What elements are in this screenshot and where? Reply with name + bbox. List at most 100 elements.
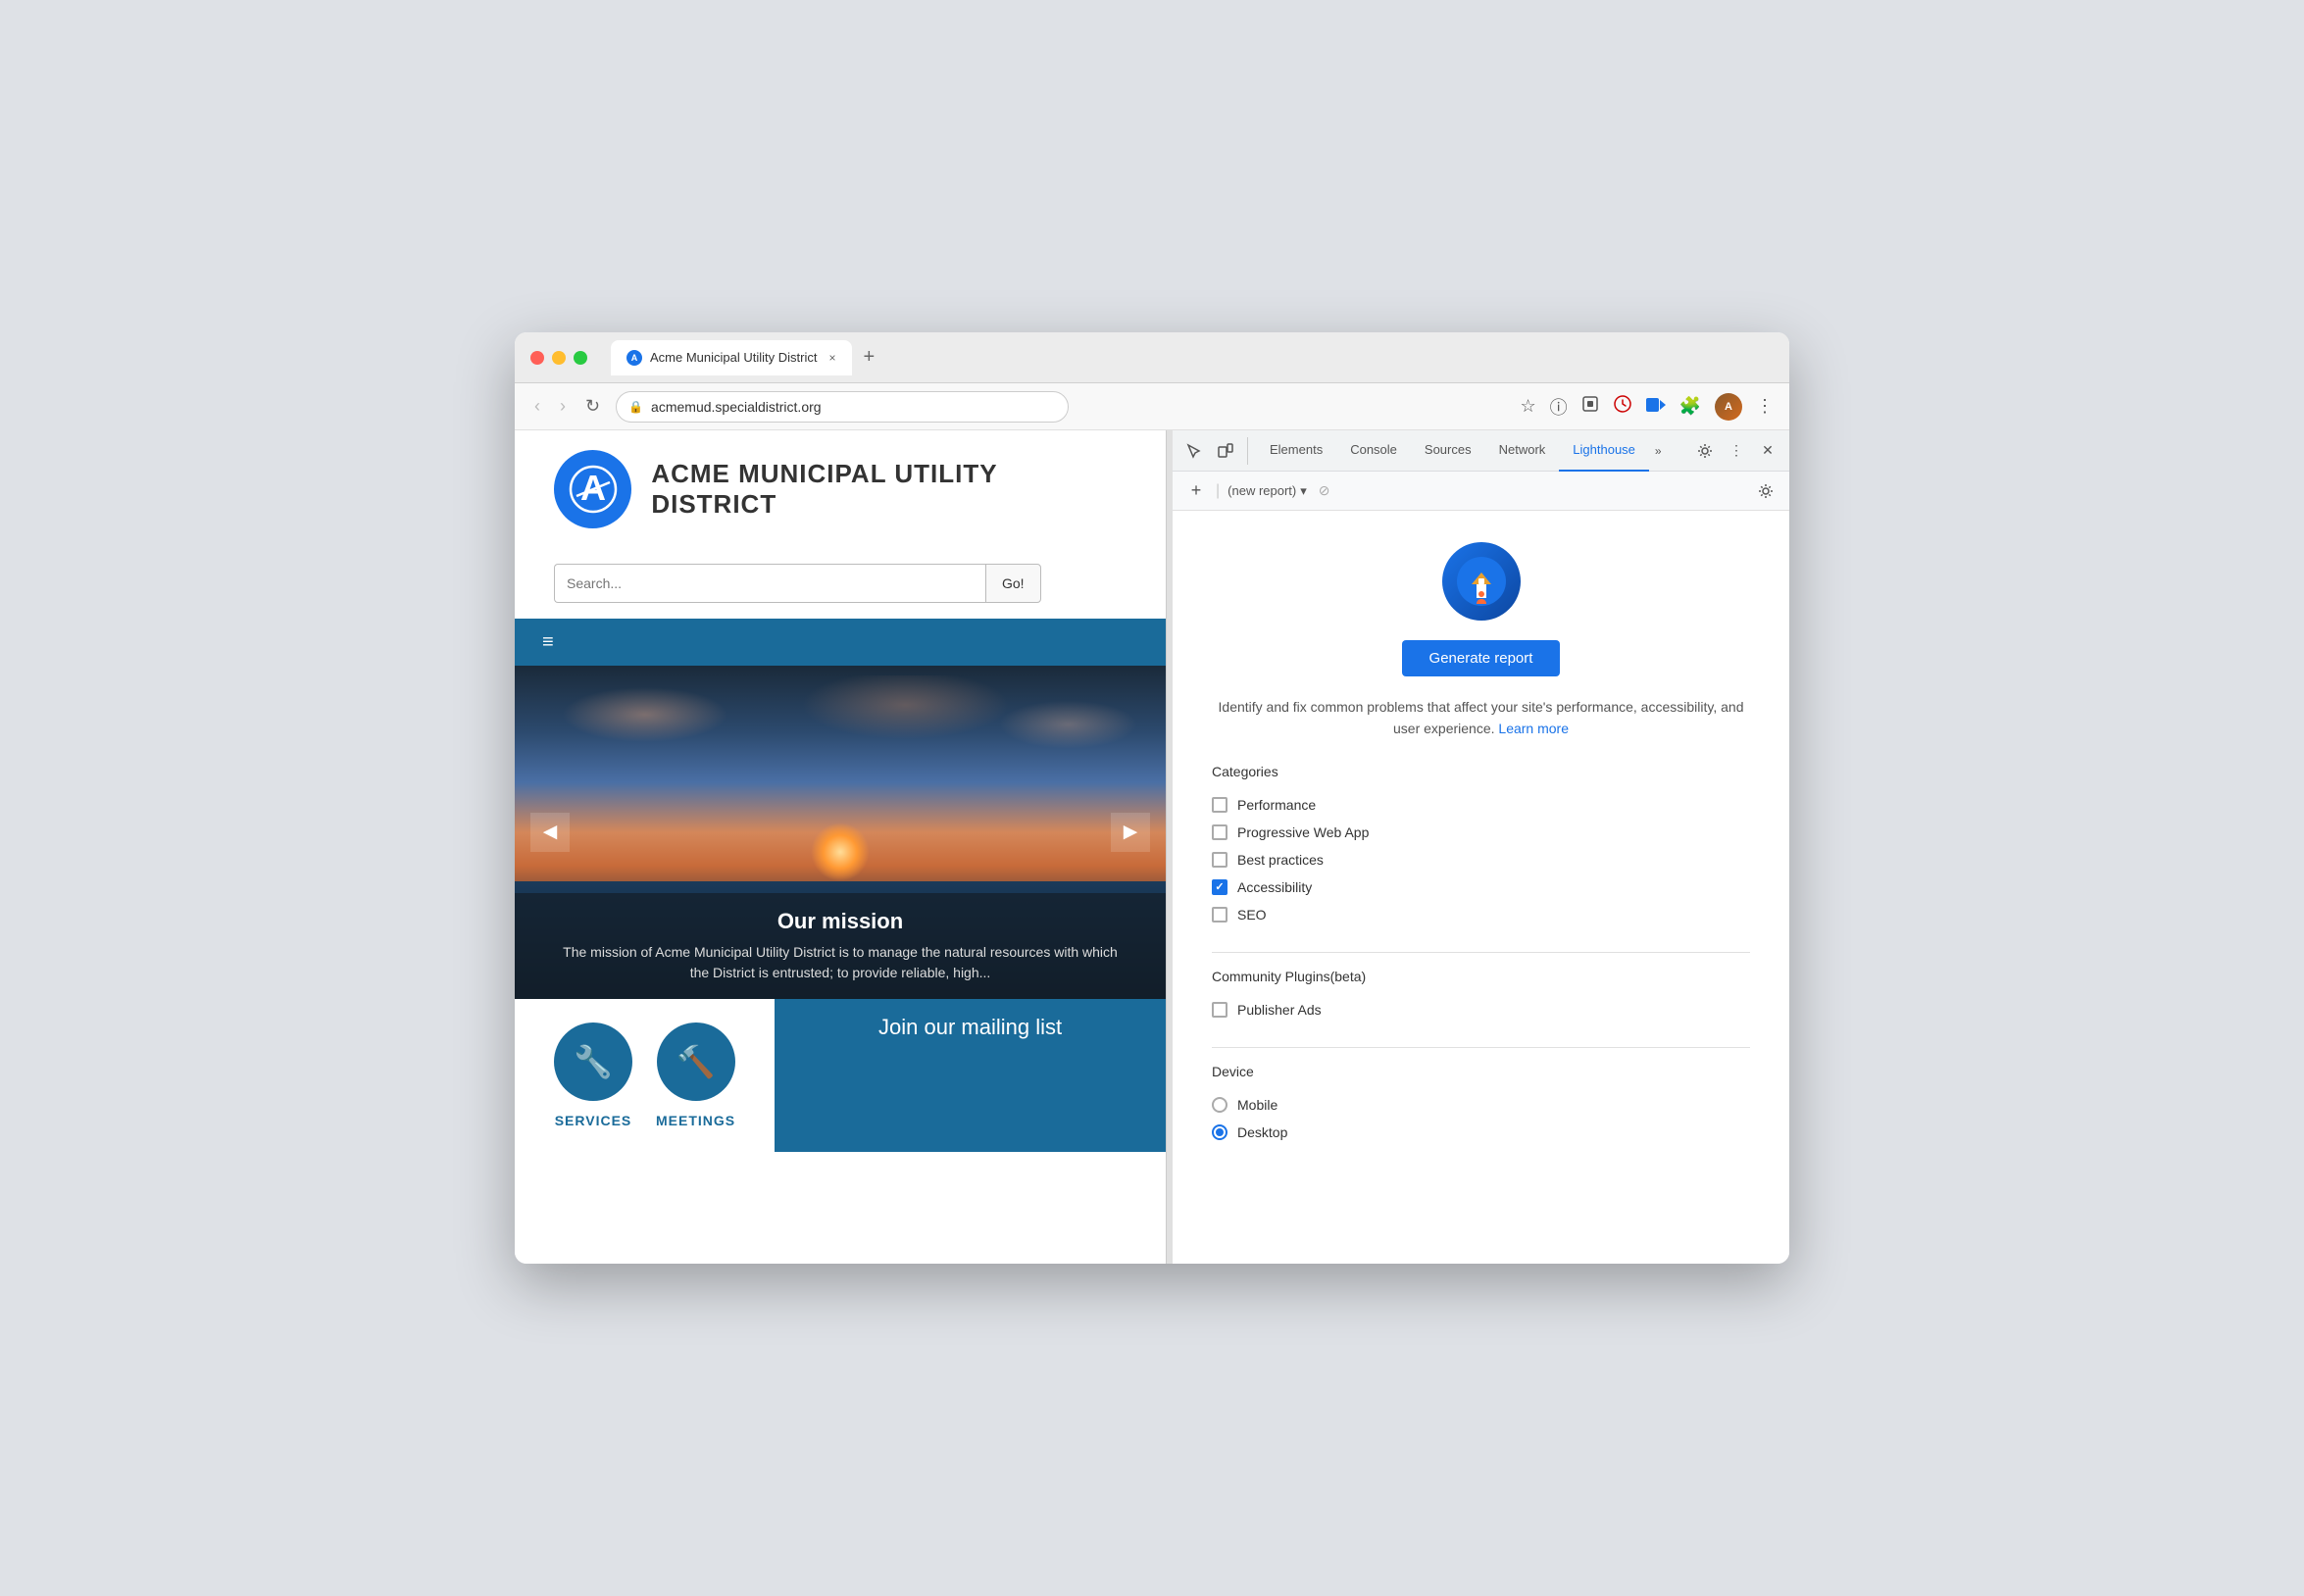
slider-next-button[interactable]: ► — [1111, 813, 1150, 852]
main-area: A ACME MUNICIPAL UTILITY DISTRICT Go! ≡ — [515, 430, 1789, 1264]
report-clear-icon[interactable]: ⊘ — [1319, 482, 1330, 499]
lighthouse-categories: Categories Performance Progressive Web A… — [1212, 764, 1750, 928]
tab-title: Acme Municipal Utility District — [650, 350, 817, 365]
mobile-radio[interactable] — [1212, 1097, 1227, 1113]
performance-label: Performance — [1237, 797, 1316, 813]
reload-button[interactable]: ↻ — [581, 392, 604, 421]
back-button[interactable]: ‹ — [530, 392, 544, 421]
desktop-label: Desktop — [1237, 1124, 1287, 1140]
accessibility-checkbox[interactable] — [1212, 879, 1227, 895]
lighthouse-report-selector[interactable]: (new report) ▾ — [1227, 483, 1307, 499]
puzzle-icon[interactable]: 🧩 — [1679, 396, 1701, 417]
report-actions: ⊘ — [1319, 482, 1330, 499]
report-dropdown-icon: ▾ — [1300, 483, 1307, 499]
device-mobile: Mobile — [1212, 1091, 1750, 1119]
lighthouse-add-button[interactable]: + — [1184, 479, 1208, 503]
pwa-checkbox[interactable] — [1212, 824, 1227, 840]
device-title: Device — [1212, 1064, 1750, 1079]
tab-network[interactable]: Network — [1485, 430, 1560, 472]
traffic-light-red[interactable] — [530, 351, 544, 365]
avatar[interactable]: A — [1715, 393, 1742, 421]
website-panel: A ACME MUNICIPAL UTILITY DISTRICT Go! ≡ — [515, 430, 1167, 1264]
svg-text:A: A — [580, 468, 606, 508]
title-bar: A Acme Municipal Utility District × + — [515, 332, 1789, 383]
service-item-meetings: 🔨 MEETINGS — [656, 1022, 735, 1128]
tab-close-button[interactable]: × — [828, 351, 835, 365]
hero-caption: Our mission The mission of Acme Municipa… — [515, 893, 1166, 999]
hero-description: The mission of Acme Municipal Utility Di… — [554, 942, 1127, 983]
video-icon[interactable] — [1646, 396, 1666, 417]
lighthouse-device: Device Mobile Desktop — [1212, 1064, 1750, 1146]
more-tabs-button[interactable]: » — [1649, 436, 1668, 466]
url-bar[interactable]: 🔒 acmemud.specialdistrict.org — [616, 391, 1069, 423]
services-icon[interactable]: 🔧 — [554, 1022, 632, 1101]
categories-title: Categories — [1212, 764, 1750, 779]
toolbar-icons: ☆ ⓘ 🧩 A ⋮ — [1520, 393, 1774, 421]
new-tab-button[interactable]: + — [856, 346, 883, 369]
mailing-list-banner[interactable]: Join our mailing list — [775, 999, 1166, 1152]
site-title: ACME MUNICIPAL UTILITY DISTRICT — [651, 459, 1127, 520]
traffic-light-green[interactable] — [574, 351, 587, 365]
extension-icon-1[interactable] — [1581, 395, 1599, 418]
tab-lighthouse[interactable]: Lighthouse — [1559, 430, 1649, 472]
site-logo: A — [554, 450, 631, 528]
meetings-icon[interactable]: 🔨 — [657, 1022, 735, 1101]
lock-icon: 🔒 — [628, 400, 643, 414]
category-pwa: Progressive Web App — [1212, 819, 1750, 846]
tab-elements[interactable]: Elements — [1256, 430, 1336, 472]
lighthouse-community: Community Plugins(beta) Publisher Ads — [1212, 969, 1750, 1023]
extension-icon-2[interactable] — [1613, 394, 1632, 419]
community-publisher-ads: Publisher Ads — [1212, 996, 1750, 1023]
seo-checkbox[interactable] — [1212, 907, 1227, 923]
tab-sources[interactable]: Sources — [1411, 430, 1485, 472]
category-performance: Performance — [1212, 791, 1750, 819]
site-nav: ≡ — [515, 619, 1166, 666]
traffic-light-yellow[interactable] — [552, 351, 566, 365]
performance-checkbox[interactable] — [1212, 797, 1227, 813]
desktop-radio[interactable] — [1212, 1124, 1227, 1140]
search-button[interactable]: Go! — [985, 564, 1041, 603]
services-label: SERVICES — [555, 1113, 632, 1128]
devtools-toolbar: Elements Console Sources Network Lightho… — [1173, 430, 1789, 472]
devtools-settings-button[interactable] — [1691, 437, 1719, 465]
traffic-lights — [530, 351, 587, 365]
hero-title: Our mission — [554, 909, 1127, 934]
device-toggle-icon[interactable] — [1212, 437, 1239, 465]
inspect-element-icon[interactable] — [1180, 437, 1208, 465]
best-practices-checkbox[interactable] — [1212, 852, 1227, 868]
browser-window: A Acme Municipal Utility District × + ‹ … — [515, 332, 1789, 1264]
service-item-services: 🔧 SERVICES — [554, 1022, 632, 1128]
tab-console[interactable]: Console — [1336, 430, 1411, 472]
lighthouse-settings-button[interactable] — [1754, 479, 1778, 503]
bookmark-star-icon[interactable]: ☆ — [1520, 396, 1535, 417]
best-practices-label: Best practices — [1237, 852, 1324, 868]
forward-button[interactable]: › — [556, 392, 570, 421]
url-text: acmemud.specialdistrict.org — [651, 399, 822, 415]
browser-tab[interactable]: A Acme Municipal Utility District × — [611, 340, 852, 375]
more-menu-icon[interactable]: ⋮ — [1756, 396, 1774, 417]
report-placeholder: (new report) — [1227, 483, 1296, 498]
devtools-panel: Elements Console Sources Network Lightho… — [1173, 430, 1789, 1264]
hero-slider: ◄ ► Our mission The mission of Acme Muni… — [515, 666, 1166, 999]
lh-divider-2 — [1212, 1047, 1750, 1048]
slider-prev-button[interactable]: ◄ — [530, 813, 570, 852]
info-icon[interactable]: ⓘ — [1550, 394, 1568, 420]
devtools-close-button[interactable]: ✕ — [1754, 437, 1781, 465]
meetings-label: MEETINGS — [656, 1113, 735, 1128]
pwa-label: Progressive Web App — [1237, 824, 1369, 840]
lighthouse-logo-area — [1212, 542, 1750, 621]
devtools-tabs: Elements Console Sources Network Lightho… — [1248, 430, 1691, 472]
generate-report-button[interactable]: Generate report — [1402, 640, 1561, 676]
hamburger-menu[interactable]: ≡ — [530, 623, 566, 662]
accessibility-label: Accessibility — [1237, 879, 1312, 895]
publisher-ads-label: Publisher Ads — [1237, 1002, 1322, 1018]
mobile-label: Mobile — [1237, 1097, 1277, 1113]
devtools-more-button[interactable]: ⋮ — [1723, 437, 1750, 465]
category-accessibility: Accessibility — [1212, 873, 1750, 901]
learn-more-link[interactable]: Learn more — [1498, 721, 1569, 736]
bottom-section: 🔧 SERVICES 🔨 MEETINGS Join our mailing l… — [515, 999, 1166, 1152]
seo-label: SEO — [1237, 907, 1267, 923]
publisher-ads-checkbox[interactable] — [1212, 1002, 1227, 1018]
search-input[interactable] — [554, 564, 985, 603]
address-bar: ‹ › ↻ 🔒 acmemud.specialdistrict.org ☆ ⓘ — [515, 383, 1789, 430]
